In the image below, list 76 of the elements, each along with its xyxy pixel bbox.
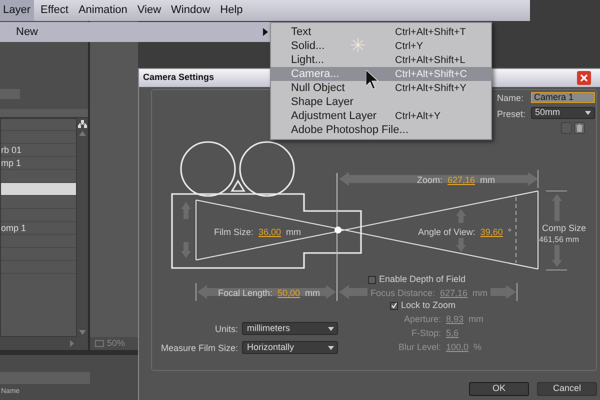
field-label: Focus Distance: <box>370 287 435 300</box>
hierarchy-icon[interactable] <box>78 120 87 128</box>
checkbox-label: Enable Depth of Field <box>379 273 466 286</box>
menu-item[interactable]: Animation <box>75 0 130 21</box>
value-field[interactable]: 39,60 <box>480 226 503 240</box>
menu-item[interactable]: New <box>0 22 270 42</box>
unit-label: mm <box>468 313 484 326</box>
list-row[interactable]: omp 1 <box>1 222 76 235</box>
menu-item[interactable]: Solid... Ctrl+Y <box>271 39 491 53</box>
unit-label: mm <box>472 287 488 300</box>
scroll-up-icon[interactable] <box>79 131 86 136</box>
unit-label: % <box>474 341 482 354</box>
field-label: Measure Film Size: <box>160 342 238 355</box>
field-label: Aperture: <box>402 313 441 326</box>
unit-label: mm <box>286 226 302 239</box>
up-arrow <box>552 194 562 221</box>
comp-size-label: Comp Size <box>542 222 586 235</box>
field-label: Blur Level: <box>397 341 441 354</box>
viewer-icon[interactable] <box>95 340 104 347</box>
checkbox[interactable] <box>368 276 376 284</box>
scroll-right-icon <box>70 340 74 347</box>
down-arrow <box>181 242 191 258</box>
sparkle-icon <box>351 38 365 52</box>
menu-item[interactable]: Adobe Photoshop File... <box>271 123 491 137</box>
checkmark-icon <box>391 302 397 310</box>
menu-item[interactable]: Layer <box>0 0 34 21</box>
menu-item[interactable]: Shape Layer <box>271 95 491 109</box>
trash-icon <box>576 124 583 132</box>
menu-item[interactable]: Help <box>217 0 246 21</box>
field-label: F-Stop: <box>410 327 441 340</box>
menu-item[interactable]: Effect <box>38 0 72 21</box>
down-arrow <box>456 238 466 252</box>
delete-preset-button[interactable] <box>574 122 585 134</box>
horizontal-scrollbar[interactable] <box>0 337 88 350</box>
submenu-arrow-icon <box>263 28 268 36</box>
caret-icon <box>585 111 591 115</box>
checkbox-label: Lock to Zoom <box>401 299 456 312</box>
field-label: Units: <box>214 323 238 336</box>
dialog-button[interactable]: OK <box>469 382 529 396</box>
menu-item[interactable]: Adjustment Layer Ctrl+Alt+Y <box>271 109 491 123</box>
close-button[interactable] <box>577 71 591 85</box>
field-label: Film Size: <box>214 226 254 239</box>
field-label: Zoom: <box>416 174 442 187</box>
comp-size-value: 461,56 mm <box>538 234 580 246</box>
unit-label: mm <box>305 287 320 300</box>
dropdown[interactable]: 50mm <box>531 107 595 119</box>
value-field[interactable]: 36,00 <box>258 226 282 240</box>
menu-item[interactable]: Light... Ctrl+Alt+Shift+L <box>271 53 491 67</box>
up-arrow <box>181 202 191 219</box>
close-icon <box>580 74 588 82</box>
unit-label: ° <box>508 226 512 239</box>
field-label: Angle of View: <box>418 226 476 239</box>
scroll-down-icon[interactable] <box>79 330 86 335</box>
field-label: Focal Length: <box>218 287 272 300</box>
menu-item[interactable]: Window <box>168 0 214 21</box>
tick-line <box>546 190 568 192</box>
lens-point <box>334 226 342 234</box>
list-row[interactable]: rb 01 <box>1 144 76 157</box>
list-row[interactable]: mp 1 <box>1 157 76 170</box>
dialog-title: Camera Settings <box>143 71 214 84</box>
menu-item[interactable]: Text Ctrl+Alt+Shift+T <box>271 25 491 39</box>
menu-item[interactable]: View <box>134 0 164 21</box>
menu-item[interactable]: Null Object Ctrl+Alt+Shift+Y <box>271 81 491 95</box>
dialog-button[interactable]: Cancel <box>537 382 597 396</box>
checkbox[interactable] <box>390 302 398 310</box>
down-arrow <box>552 245 562 267</box>
dropdown[interactable]: Horizontally <box>242 341 338 354</box>
name-input[interactable]: Camera 1 <box>531 92 595 103</box>
field-label: Name: <box>497 92 524 105</box>
mouse-cursor-icon <box>366 70 379 90</box>
list-row[interactable] <box>1 183 76 196</box>
field-label: Preset: <box>497 108 526 121</box>
dropdown[interactable]: millimeters <box>242 322 338 335</box>
up-arrow <box>456 209 466 223</box>
unit-label: mm <box>480 174 496 187</box>
caret-icon <box>328 326 334 330</box>
